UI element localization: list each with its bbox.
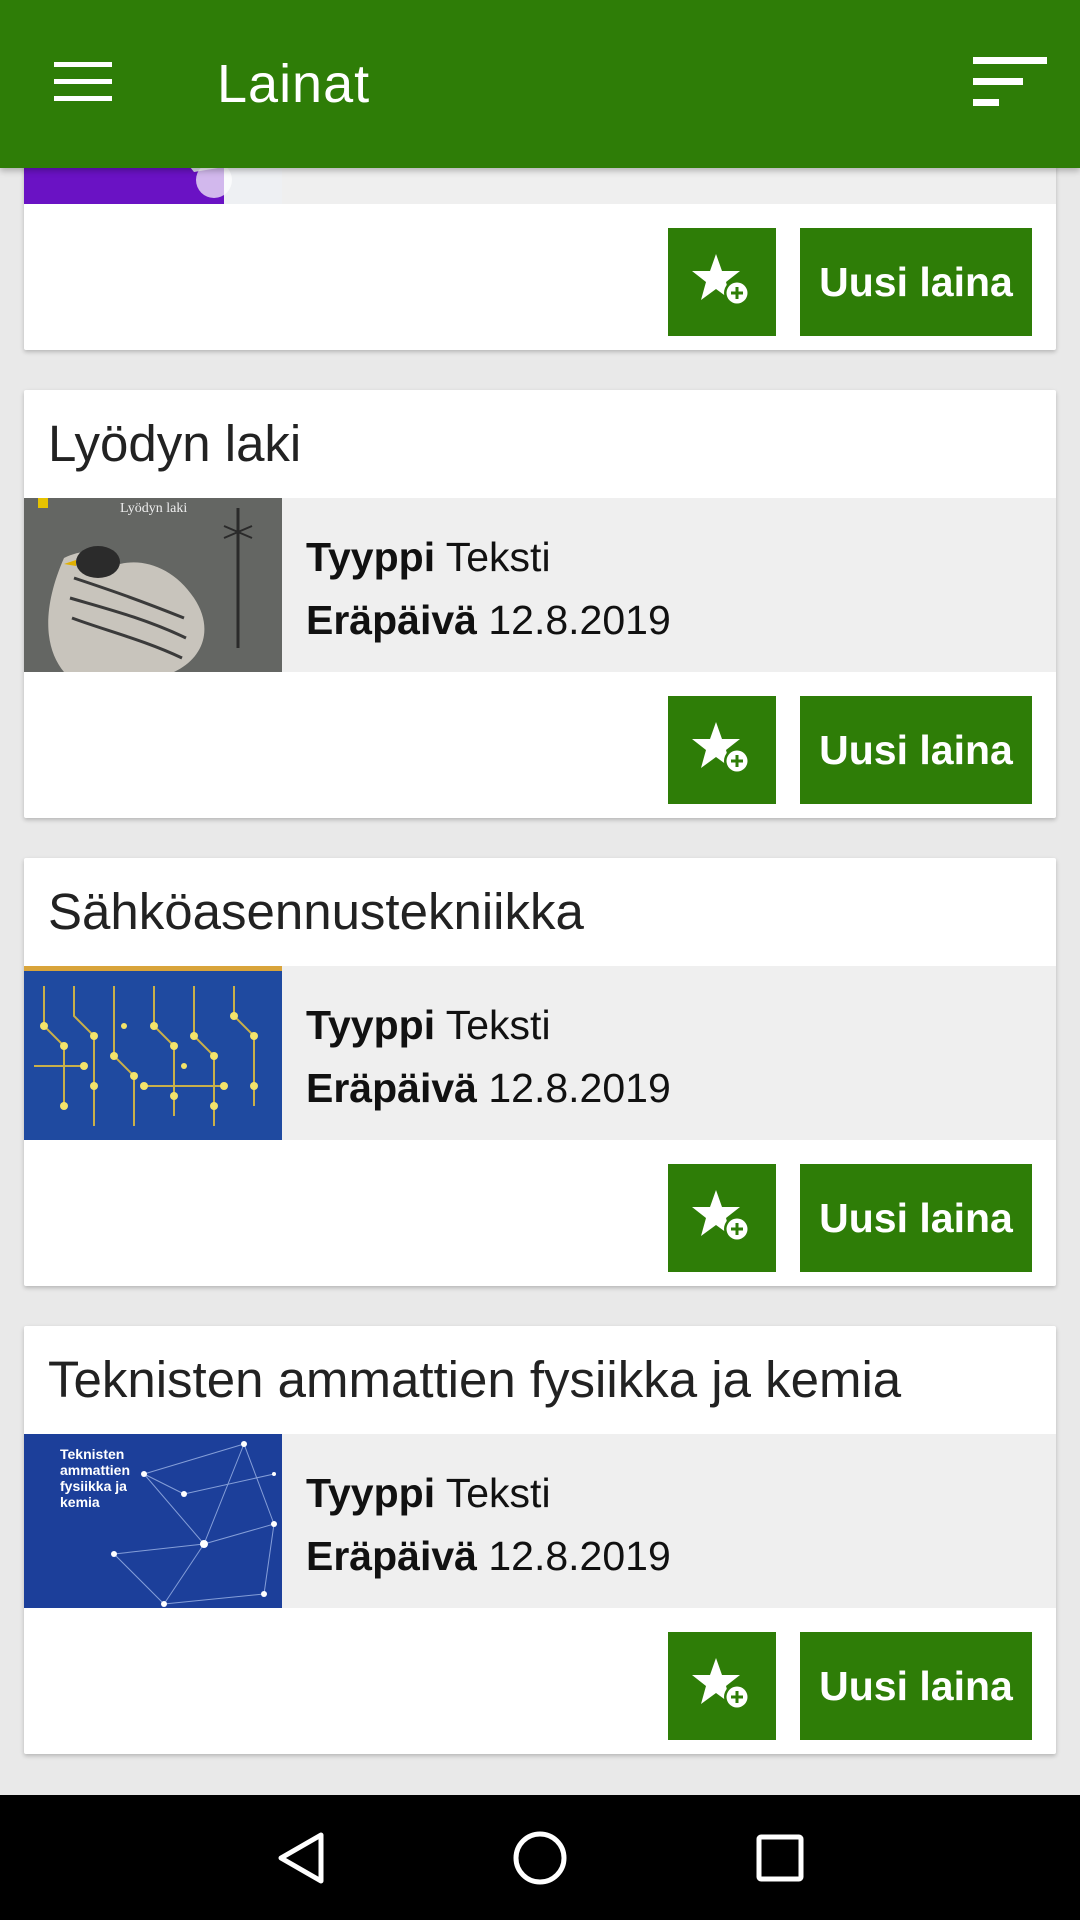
home-circle-icon bbox=[512, 1830, 568, 1891]
loan-title: Sähköasennustekniikka bbox=[48, 883, 584, 940]
nav-back-button[interactable] bbox=[255, 1815, 345, 1905]
new-loan-button[interactable]: Uusi laina bbox=[800, 1164, 1032, 1272]
type-label: Tyyppi bbox=[306, 534, 436, 580]
loan-meta: Tyyppi Teksti Eräpäivä 12.8.2019 bbox=[306, 994, 671, 1120]
loan-title: Lyödyn laki bbox=[48, 415, 302, 472]
nav-recents-button[interactable] bbox=[735, 1815, 825, 1905]
book-cover-image: Teknisten ammattien fysiikka ja kemia bbox=[24, 1434, 282, 1608]
due-date-label: Eräpäivä bbox=[306, 1533, 477, 1579]
new-loan-button[interactable]: Uusi laina bbox=[800, 696, 1032, 804]
nav-home-button[interactable] bbox=[495, 1815, 585, 1905]
star-add-icon bbox=[692, 1656, 752, 1717]
sort-icon bbox=[973, 56, 1047, 112]
recents-square-icon bbox=[755, 1833, 805, 1888]
book-cover-image: Lyödyn laki bbox=[24, 498, 282, 672]
star-add-icon bbox=[692, 720, 752, 781]
loan-actions: Uusi laina bbox=[24, 1608, 1056, 1754]
loan-title: Teknisten ammattien fysiikka ja kemia bbox=[48, 1351, 902, 1408]
add-favorite-button[interactable] bbox=[668, 1632, 776, 1740]
due-date-label: Eräpäivä bbox=[306, 597, 477, 643]
loan-card: Lyödyn laki Lyödyn laki Tyyppi Teksti Er… bbox=[24, 390, 1056, 818]
sort-button[interactable] bbox=[966, 46, 1054, 122]
due-date-value: 12.8.2019 bbox=[488, 1065, 671, 1111]
loan-info: Lyödyn laki Tyyppi Teksti Eräpäivä 12.8.… bbox=[24, 498, 1056, 672]
add-favorite-button[interactable] bbox=[668, 1164, 776, 1272]
loan-info: Tyyppi Teksti Eräpäivä 12.8.2019 bbox=[24, 966, 1056, 1140]
type-label: Tyyppi bbox=[306, 1002, 436, 1048]
cover-title-text: Teknisten ammattien fysiikka ja kemia bbox=[60, 1446, 131, 1510]
loan-card: Teknisten ammattien fysiikka ja kemia Te… bbox=[24, 1326, 1056, 1754]
app-screen: Uusi laina Lyödyn laki Lyödyn laki Tyypp… bbox=[0, 0, 1080, 1920]
star-add-icon bbox=[692, 252, 752, 313]
loan-meta: Tyyppi Teksti Eräpäivä 12.8.2019 bbox=[306, 526, 671, 652]
loan-actions: Uusi laina bbox=[24, 672, 1056, 818]
loan-actions: Uusi laina bbox=[24, 204, 1056, 350]
book-cover-image bbox=[24, 966, 282, 1140]
new-loan-button[interactable]: Uusi laina bbox=[800, 228, 1032, 336]
hamburger-menu-icon bbox=[54, 61, 112, 107]
due-date-value: 12.8.2019 bbox=[488, 1533, 671, 1579]
page-title: Lainat bbox=[217, 54, 371, 114]
loan-list[interactable]: Uusi laina Lyödyn laki Lyödyn laki Tyypp… bbox=[0, 0, 1080, 1795]
loan-meta: Tyyppi Teksti Eräpäivä 12.8.2019 bbox=[306, 1462, 671, 1588]
loan-info: Teknisten ammattien fysiikka ja kemia Ty… bbox=[24, 1434, 1056, 1608]
app-bar: Lainat bbox=[0, 0, 1080, 168]
new-loan-button[interactable]: Uusi laina bbox=[800, 1632, 1032, 1740]
due-date-value: 12.8.2019 bbox=[488, 597, 671, 643]
due-date-label: Eräpäivä bbox=[306, 1065, 477, 1111]
back-triangle-icon bbox=[275, 1831, 325, 1890]
type-label: Tyyppi bbox=[306, 1470, 436, 1516]
cover-title-text: Lyödyn laki bbox=[120, 501, 187, 516]
type-value: Teksti bbox=[445, 1470, 551, 1516]
add-favorite-button[interactable] bbox=[668, 696, 776, 804]
type-value: Teksti bbox=[445, 534, 551, 580]
star-add-icon bbox=[692, 1188, 752, 1249]
type-value: Teksti bbox=[445, 1002, 551, 1048]
loan-card: Sähköasennustekniikka Tyyppi Teksti Eräp… bbox=[24, 858, 1056, 1286]
system-nav-bar bbox=[0, 1795, 1080, 1920]
menu-button[interactable] bbox=[38, 46, 128, 122]
loan-actions: Uusi laina bbox=[24, 1140, 1056, 1286]
add-favorite-button[interactable] bbox=[668, 228, 776, 336]
